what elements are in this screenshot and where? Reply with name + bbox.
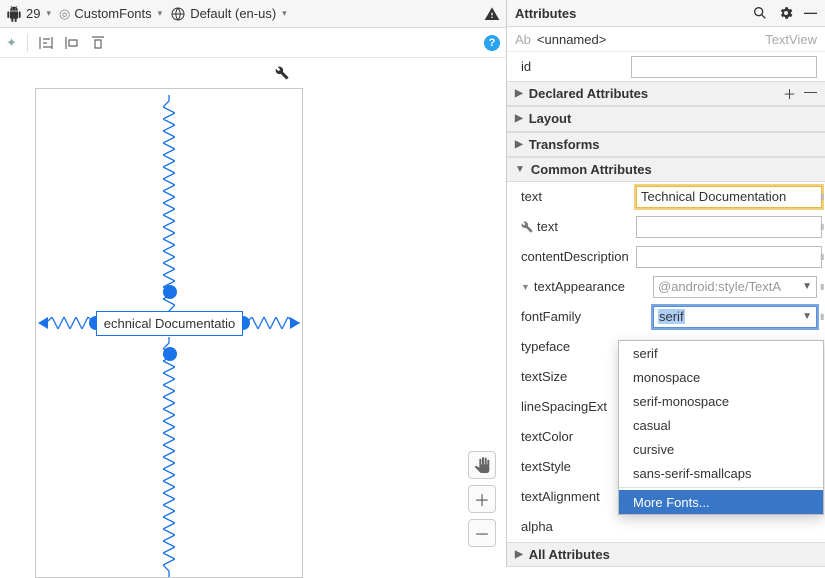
- device-frame: echnical Documentatio: [35, 88, 303, 578]
- pan-button[interactable]: [468, 451, 496, 479]
- chevron-down-icon: ▼: [802, 281, 812, 292]
- resource-picker-icon[interactable]: ▮: [820, 250, 823, 264]
- constraint-arrow-right: [290, 317, 300, 329]
- constraint-spring-top: [163, 95, 175, 315]
- zoom-in-button[interactable]: ＋: [468, 485, 496, 513]
- component-type: TextView: [765, 32, 817, 47]
- resource-picker-icon[interactable]: ▮: [820, 280, 823, 294]
- zoom-out-button[interactable]: －: [468, 519, 496, 547]
- target-icon: ◎: [59, 6, 70, 22]
- attr-label-contentdescription: contentDescription: [521, 249, 636, 264]
- text-type-icon: Ab: [515, 32, 531, 47]
- resource-picker-icon[interactable]: ▮: [820, 310, 823, 324]
- align-left-icon[interactable]: [64, 35, 80, 51]
- attr-label-tool-text: text: [521, 219, 636, 234]
- dropdown-option[interactable]: monospace: [619, 365, 823, 389]
- id-label: id: [521, 59, 531, 74]
- warning-icon[interactable]: [484, 6, 500, 22]
- attr-label-textappearance: ▼textAppearance: [521, 279, 636, 294]
- dropdown-option[interactable]: serif: [619, 341, 823, 365]
- attr-input-contentdescription[interactable]: [636, 246, 822, 268]
- wrench-icon: [521, 221, 533, 233]
- section-declared[interactable]: ▶ Declared Attributes ＋—: [507, 81, 825, 106]
- separator: [27, 34, 28, 52]
- dropdown-option-more-fonts[interactable]: More Fonts...: [619, 490, 823, 514]
- fontfamily-dropdown: serif monospace serif-monospace casual c…: [618, 340, 824, 515]
- locale-selector[interactable]: Default (en-us) ▾: [170, 6, 287, 22]
- minimize-icon[interactable]: —: [804, 5, 817, 21]
- separator: [619, 487, 823, 488]
- section-all[interactable]: ▶ All Attributes: [507, 542, 825, 567]
- chevron-right-icon: ▶: [515, 88, 523, 99]
- attr-combo-fontfamily[interactable]: serif▼: [653, 306, 817, 328]
- dropdown-option[interactable]: casual: [619, 413, 823, 437]
- magic-wand-icon[interactable]: ✦: [6, 35, 17, 51]
- android-icon: [6, 6, 22, 22]
- design-canvas[interactable]: echnical Documentatio ＋ －: [0, 58, 506, 567]
- align-top-icon[interactable]: [90, 35, 106, 51]
- section-layout[interactable]: ▶ Layout: [507, 106, 825, 131]
- add-icon[interactable]: ＋: [783, 84, 796, 103]
- chevron-down-icon: ▼: [802, 311, 812, 322]
- search-icon[interactable]: [752, 5, 768, 21]
- chevron-down-icon: ▾: [282, 8, 287, 19]
- component-name: <unnamed>: [537, 32, 606, 47]
- chevron-right-icon: ▶: [515, 549, 523, 560]
- textview-widget[interactable]: echnical Documentatio: [96, 311, 243, 336]
- attr-input-tool-text[interactable]: [636, 216, 822, 238]
- panel-title: Attributes: [515, 6, 576, 21]
- app-selector[interactable]: ◎ CustomFonts ▾: [59, 6, 162, 22]
- align-tool-icon[interactable]: [38, 35, 54, 51]
- dropdown-option[interactable]: sans-serif-smallcaps: [619, 461, 823, 485]
- dropdown-option[interactable]: serif-monospace: [619, 389, 823, 413]
- help-icon[interactable]: ?: [484, 35, 500, 51]
- api-selector[interactable]: 29 ▾: [6, 6, 51, 22]
- wrench-icon[interactable]: [275, 66, 289, 80]
- dropdown-option[interactable]: cursive: [619, 437, 823, 461]
- constraint-handle[interactable]: [163, 285, 177, 299]
- attr-label-fontfamily: fontFamily: [521, 309, 636, 324]
- chevron-down-icon: ▼: [521, 282, 530, 292]
- chevron-down-icon: ▼: [515, 164, 525, 175]
- constraint-handle[interactable]: [163, 347, 177, 361]
- constraint-spring-bottom: [163, 337, 175, 577]
- constraint-arrow-left: [38, 317, 48, 329]
- attr-input-text[interactable]: [636, 186, 822, 208]
- chevron-down-icon: ▾: [46, 8, 51, 19]
- attr-combo-textappearance[interactable]: @android:style/TextA▼: [653, 276, 817, 298]
- chevron-right-icon: ▶: [515, 113, 523, 124]
- attr-label-alpha: alpha: [521, 519, 636, 534]
- attr-label-text: text: [521, 189, 636, 204]
- resource-picker-icon[interactable]: ▮: [820, 220, 823, 234]
- gear-icon[interactable]: [778, 5, 794, 21]
- globe-icon: [170, 6, 186, 22]
- section-common[interactable]: ▼ Common Attributes: [507, 157, 825, 182]
- chevron-right-icon: ▶: [515, 139, 523, 150]
- remove-icon[interactable]: —: [804, 84, 817, 103]
- chevron-down-icon: ▾: [158, 8, 163, 19]
- section-transforms[interactable]: ▶ Transforms: [507, 132, 825, 157]
- id-input[interactable]: [631, 56, 817, 78]
- resource-picker-icon[interactable]: ▮: [820, 190, 823, 204]
